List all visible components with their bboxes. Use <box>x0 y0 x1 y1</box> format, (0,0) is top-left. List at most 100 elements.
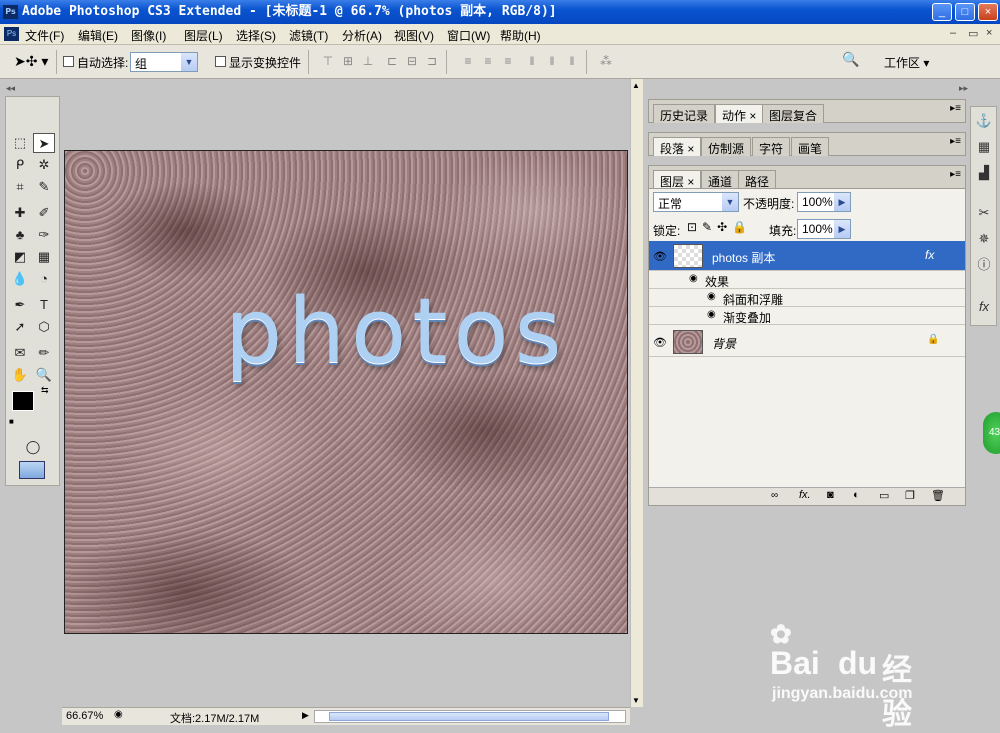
marquee-tool-icon[interactable]: ⬚ <box>9 133 31 153</box>
pen-tool-icon[interactable]: ✒ <box>9 295 31 315</box>
doc-close-button[interactable]: × <box>986 27 992 39</box>
auto-select-checkbox[interactable] <box>63 56 74 67</box>
gradient-tool-icon[interactable]: ▦ <box>33 247 55 267</box>
mask-icon[interactable]: ◙ <box>827 489 834 501</box>
layer-name[interactable]: 背景 <box>712 335 736 352</box>
maximize-button[interactable]: □ <box>955 3 975 21</box>
trash-icon[interactable]: 🗑 <box>931 489 945 502</box>
distribute-hcenter-icon[interactable]: ‖ <box>544 53 560 69</box>
expand-panels-icon[interactable]: ▸▸ <box>959 83 968 94</box>
panel-menu-icon[interactable]: ▸≡ <box>950 169 961 180</box>
chevron-right-icon[interactable]: ▶ <box>834 193 850 211</box>
visibility-eye-icon[interactable]: 👁 <box>653 336 667 349</box>
workspace-button[interactable]: 工作区 ▾ <box>884 54 929 71</box>
lock-options-icon[interactable]: ⊡✎✣🔒 <box>687 220 752 234</box>
distribute-vcenter-icon[interactable]: ≡ <box>480 53 496 69</box>
swatches-icon[interactable]: ▦ <box>974 137 994 157</box>
notes-tool-icon[interactable]: ✉ <box>9 343 31 363</box>
brush-tool-icon[interactable]: ✐ <box>33 203 55 223</box>
default-colors-icon[interactable]: ■ <box>9 417 14 426</box>
visibility-eye-icon[interactable]: ◉ <box>689 273 698 284</box>
slice-tool-icon[interactable]: ✎ <box>33 177 55 197</box>
tab-clone-source[interactable]: 仿制源 <box>701 137 752 156</box>
tab-layers[interactable]: 图层 × <box>653 170 702 189</box>
menu-help[interactable]: 帮助(H) <box>500 27 541 44</box>
distribute-left-icon[interactable]: ‖ <box>524 53 540 69</box>
effect-bevel-row[interactable]: ◉ 斜面和浮雕 <box>649 289 965 307</box>
clone-stamp-icon[interactable]: ♣ <box>9 225 31 245</box>
horizontal-scrollbar[interactable] <box>314 710 626 723</box>
history-brush-icon[interactable]: ✑ <box>33 225 55 245</box>
menu-image[interactable]: 图像(I) <box>131 27 166 44</box>
zoom-tool-icon[interactable]: 🔍 <box>33 365 55 385</box>
hand-tool-icon[interactable]: ✋ <box>9 365 31 385</box>
menu-analysis[interactable]: 分析(A) <box>342 27 382 44</box>
new-layer-icon[interactable]: ❐ <box>905 489 915 502</box>
effect-gradient-row[interactable]: ◉ 渐变叠加 <box>649 307 965 325</box>
menu-view[interactable]: 视图(V) <box>394 27 434 44</box>
show-transform-checkbox[interactable] <box>215 56 226 67</box>
color-icon[interactable]: ✵ <box>974 229 994 249</box>
floating-side-button[interactable]: 43 <box>983 412 1000 454</box>
foreground-color-swatch[interactable] <box>12 391 34 411</box>
document-icon[interactable]: Ps <box>4 27 19 41</box>
quick-mask-icon[interactable]: ◯ <box>22 437 44 457</box>
status-info-icon[interactable]: ◉ <box>114 709 123 720</box>
fill-field[interactable]: 100% ▶ <box>797 219 851 239</box>
move-tool-icon[interactable]: ➤ <box>33 133 55 153</box>
distribute-right-icon[interactable]: ‖ <box>564 53 580 69</box>
shape-tool-icon[interactable]: ⬡ <box>33 317 55 337</box>
navigator-icon[interactable]: ⚓ <box>974 111 994 131</box>
styles-fx-icon[interactable]: fx <box>974 297 994 317</box>
align-bottom-icon[interactable]: ⊥ <box>360 53 376 69</box>
zoom-level[interactable]: 66.67% <box>66 710 103 722</box>
doc-restore-button[interactable]: ▭ <box>968 27 978 40</box>
type-tool-icon[interactable]: T <box>33 295 55 315</box>
tab-history[interactable]: 历史记录 <box>653 104 716 123</box>
magic-wand-tool-icon[interactable]: ✲ <box>33 155 55 175</box>
vertical-scrollbar[interactable]: ▲ ▼ <box>630 79 643 707</box>
opacity-field[interactable]: 100% ▶ <box>797 192 851 212</box>
adjustment-icon[interactable]: ◐ <box>853 489 860 501</box>
menu-edit[interactable]: 编辑(E) <box>78 27 118 44</box>
healing-brush-icon[interactable]: ✚ <box>9 203 31 223</box>
tab-paragraph[interactable]: 段落 × <box>653 137 702 156</box>
scroll-down-icon[interactable]: ▼ <box>632 696 640 705</box>
status-menu-arrow-icon[interactable]: ▶ <box>302 710 309 721</box>
eyedropper-tool-icon[interactable]: ✏ <box>33 343 55 363</box>
tab-actions[interactable]: 动作 × <box>715 104 764 123</box>
tool-presets-icon[interactable]: ✂ <box>974 203 994 223</box>
scroll-up-icon[interactable]: ▲ <box>632 81 640 90</box>
doc-minimize-button[interactable]: – <box>950 27 956 39</box>
tab-layer-comps[interactable]: 图层复合 <box>762 104 825 123</box>
auto-align-icon[interactable]: ⁂ <box>598 53 614 69</box>
collapse-icon[interactable]: ◂◂ <box>6 83 15 94</box>
minimize-button[interactable]: _ <box>932 3 952 21</box>
eraser-tool-icon[interactable]: ◩ <box>9 247 31 267</box>
align-vcenter-icon[interactable]: ⊞ <box>340 53 356 69</box>
menu-select[interactable]: 选择(S) <box>236 27 276 44</box>
file-browser-icon[interactable]: 🔍 <box>842 51 866 71</box>
tab-channels[interactable]: 通道 <box>701 170 740 189</box>
info-icon[interactable]: ⓘ <box>974 255 994 275</box>
tab-brushes[interactable]: 画笔 <box>791 137 830 156</box>
tab-character[interactable]: 字符 <box>752 137 791 156</box>
dodge-tool-icon[interactable]: ◔ <box>33 269 55 289</box>
path-selection-icon[interactable]: ➚ <box>9 317 31 337</box>
menu-window[interactable]: 窗口(W) <box>447 27 490 44</box>
close-button[interactable]: × <box>978 3 998 21</box>
panel-menu-icon[interactable]: ▸≡ <box>950 103 961 114</box>
layer-row-background[interactable]: 👁 背景 🔒 <box>649 327 965 357</box>
auto-select-dropdown[interactable]: 组 ▼ <box>130 52 198 72</box>
chevron-right-icon[interactable]: ▶ <box>834 220 850 238</box>
distribute-bottom-icon[interactable]: ≡ <box>500 53 516 69</box>
layer-row-photos-copy[interactable]: 👁 photos 副本 fx <box>649 241 965 271</box>
histogram-icon[interactable]: ▟ <box>974 163 994 183</box>
folder-icon[interactable]: ▭ <box>879 489 889 502</box>
crop-tool-icon[interactable]: ⌗ <box>9 177 31 197</box>
scroll-thumb[interactable] <box>329 712 609 721</box>
swap-colors-icon[interactable]: ⇆ <box>41 385 49 396</box>
panel-menu-icon[interactable]: ▸≡ <box>950 136 961 147</box>
layer-name[interactable]: photos 副本 <box>712 249 775 266</box>
visibility-eye-icon[interactable]: ◉ <box>707 309 716 320</box>
